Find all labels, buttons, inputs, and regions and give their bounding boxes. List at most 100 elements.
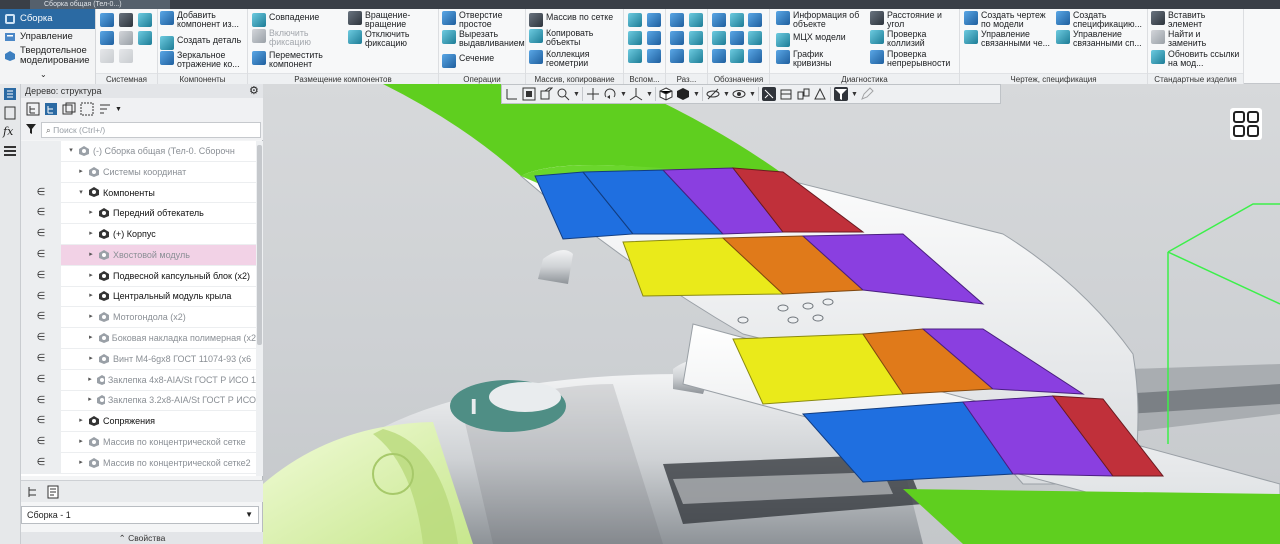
selection-filter-dropdown-icon[interactable]: ▼ xyxy=(851,91,858,98)
add-component-button[interactable]: Добавить компонент из... xyxy=(160,11,247,29)
show-dropdown-icon[interactable]: ▼ xyxy=(749,91,756,98)
tree-filter-icon[interactable] xyxy=(43,101,59,117)
axes-dropdown-icon[interactable]: ▼ xyxy=(646,91,653,98)
zoom-icon[interactable] xyxy=(556,87,570,101)
properties-icon[interactable] xyxy=(138,31,152,45)
weld-icon[interactable] xyxy=(748,31,762,45)
mode-management[interactable]: Управление xyxy=(0,29,95,45)
mode-solid-modeling[interactable]: Твердотельное моделирование xyxy=(0,45,95,67)
curvature-graph-button[interactable]: График кривизны xyxy=(776,50,843,68)
tree-scrollbar[interactable] xyxy=(256,141,263,476)
document-tab-icon[interactable] xyxy=(45,484,61,500)
diameter-dimension-icon[interactable] xyxy=(689,13,703,27)
tree-row-membership-mark[interactable]: ∈ xyxy=(21,203,61,224)
new-document-icon[interactable] xyxy=(100,13,114,27)
mass-properties-button[interactable]: МЦХ модели xyxy=(776,33,846,47)
hide-dropdown-icon[interactable]: ▼ xyxy=(723,91,730,98)
undo-icon[interactable] xyxy=(100,49,114,63)
variables-icon[interactable]: fx xyxy=(3,125,17,139)
rotate-button[interactable]: Вращение-вращение xyxy=(348,11,425,29)
collapse-arrow-icon[interactable]: ▾ xyxy=(77,183,85,203)
enable-fixation-button[interactable]: Включить фиксацию xyxy=(252,29,325,47)
mirror-button[interactable]: Зеркальное отражение ко... xyxy=(160,51,247,69)
collision-check-button[interactable]: Проверка коллизий xyxy=(870,30,943,48)
tree-sort-dropdown-icon[interactable]: ▼ xyxy=(115,106,122,113)
auxiliary-line-icon[interactable] xyxy=(647,49,661,63)
distance-angle-button[interactable]: Расстояние и угол xyxy=(870,11,953,29)
section-view-icon[interactable] xyxy=(779,87,793,101)
tree-view-icon[interactable] xyxy=(25,101,41,117)
tree-row-membership-mark[interactable]: ∈ xyxy=(21,286,61,307)
expand-arrow-icon[interactable]: ▸ xyxy=(87,266,95,286)
angular-dimension-icon[interactable] xyxy=(670,31,684,45)
tree-row[interactable]: ▸ Системы координат xyxy=(21,161,256,183)
tree-row-membership-mark[interactable]: ∈ xyxy=(21,307,61,328)
tree-row-membership-mark[interactable]: ∈ xyxy=(21,432,61,452)
arc-dimension-icon[interactable] xyxy=(670,49,684,63)
mode-more[interactable]: ⌄ xyxy=(0,67,95,83)
roughness-icon[interactable] xyxy=(712,13,726,27)
expand-arrow-icon[interactable]: ▸ xyxy=(77,162,85,182)
insert-element-button[interactable]: Вставить элемент xyxy=(1151,11,1228,29)
tree-row[interactable]: ∈ ▸ Заклепка 3.2x8-AIA/St ГОСТ Р ИСО xyxy=(21,390,256,412)
marking-icon[interactable] xyxy=(712,49,726,63)
tree-row[interactable]: ▾ (-) Сборка общая (Тел-0. Сборочн xyxy=(21,141,256,162)
tree-select-icon[interactable] xyxy=(79,101,95,117)
expand-arrow-icon[interactable]: ▸ xyxy=(87,370,93,390)
expand-arrow-icon[interactable]: ▸ xyxy=(87,203,95,223)
expand-arrow-icon[interactable]: ▸ xyxy=(87,224,95,244)
table-icon[interactable] xyxy=(748,49,762,63)
radial-dimension-icon[interactable] xyxy=(689,31,703,45)
properties-toggle[interactable]: ⌃ Свойства xyxy=(21,532,263,544)
section-button[interactable]: Сечение xyxy=(442,54,494,68)
collapse-arrow-icon[interactable]: ▾ xyxy=(67,141,75,161)
expand-arrow-icon[interactable]: ▸ xyxy=(87,307,95,327)
redo-icon[interactable] xyxy=(119,49,133,63)
pan-icon[interactable] xyxy=(586,87,600,101)
tree-row-membership-mark[interactable]: ∈ xyxy=(21,348,61,369)
assembly-selector[interactable]: Сборка - 1 ▼ xyxy=(21,506,259,524)
create-drawing-button[interactable]: Создать чертеж по модели xyxy=(964,11,1057,29)
tree-row[interactable]: ∈ ▸ Массив по концентрической сетке2 xyxy=(21,452,256,474)
tree-row-membership-mark[interactable]: ∈ xyxy=(21,411,61,432)
simple-hole-button[interactable]: Отверстие простое xyxy=(442,11,525,29)
dimension-more-icon[interactable] xyxy=(689,49,703,63)
tree-row-membership-mark[interactable]: ∈ xyxy=(21,265,61,286)
zoom-dropdown-icon[interactable]: ▼ xyxy=(573,91,580,98)
3d-viewport[interactable]: I ▼ ▼ ▼ ▼ ▼ ▼ ▼ xyxy=(263,84,1280,544)
tolerance-icon[interactable] xyxy=(712,31,726,45)
tree-row-membership-mark[interactable]: ∈ xyxy=(21,452,61,473)
panel-settings-icon[interactable]: ⚙ xyxy=(249,85,259,97)
expand-arrow-icon[interactable]: ▸ xyxy=(77,432,85,452)
base-icon[interactable] xyxy=(748,13,762,27)
create-specification-button[interactable]: Создать спецификацию... xyxy=(1056,11,1149,29)
tree-scrollbar-thumb[interactable] xyxy=(257,145,262,345)
coordinate-system-icon[interactable] xyxy=(628,49,642,63)
tree-row[interactable]: ∈ ▸ Винт М4-6gx8 ГОСТ 11074-93 (x6 xyxy=(21,348,256,370)
tree-row[interactable]: ∈ ▸ Хвостовой модуль xyxy=(21,244,256,266)
find-replace-button[interactable]: Найти и заменить xyxy=(1151,30,1228,48)
tree-row[interactable]: ∈ ▸ Массив по концентрической сетке xyxy=(21,432,256,453)
pencil-icon[interactable] xyxy=(860,87,874,101)
tree-row[interactable]: ∈ ▸ Заклепка 4x8-AIA/St ГОСТ Р ИСО 1 xyxy=(21,369,256,391)
linear-dimension-icon[interactable] xyxy=(670,13,684,27)
print-icon[interactable] xyxy=(100,31,114,45)
tree-row[interactable]: ∈ ▾ Компоненты xyxy=(21,182,256,204)
copy-objects-button[interactable]: Копировать объекты xyxy=(529,29,602,47)
standard-views-icon[interactable] xyxy=(522,87,536,101)
coincidence-button[interactable]: Совпадение xyxy=(252,13,319,27)
tree-row[interactable]: ∈ ▸ Передний обтекатель xyxy=(21,203,256,225)
orientation-icon[interactable] xyxy=(539,87,554,101)
leader-icon[interactable] xyxy=(730,13,744,27)
object-info-button[interactable]: Информация об объекте xyxy=(776,11,865,29)
offset-plane-icon[interactable] xyxy=(628,31,642,45)
plane-icon[interactable] xyxy=(628,13,642,27)
save-icon[interactable] xyxy=(138,13,152,27)
tree-row[interactable]: ∈ ▸ Центральный модуль крыла xyxy=(21,286,256,308)
show-icon[interactable] xyxy=(732,87,746,101)
axis-icon[interactable] xyxy=(647,13,661,27)
open-folder-icon[interactable] xyxy=(119,13,133,27)
tree-row[interactable]: ∈ ▸ Боковая накладка полимерная (x2 xyxy=(21,328,256,349)
document-tab[interactable]: Сборка общая (Тел-0...) xyxy=(30,0,170,9)
continuity-check-button[interactable]: Проверка непрерывности xyxy=(870,50,957,68)
